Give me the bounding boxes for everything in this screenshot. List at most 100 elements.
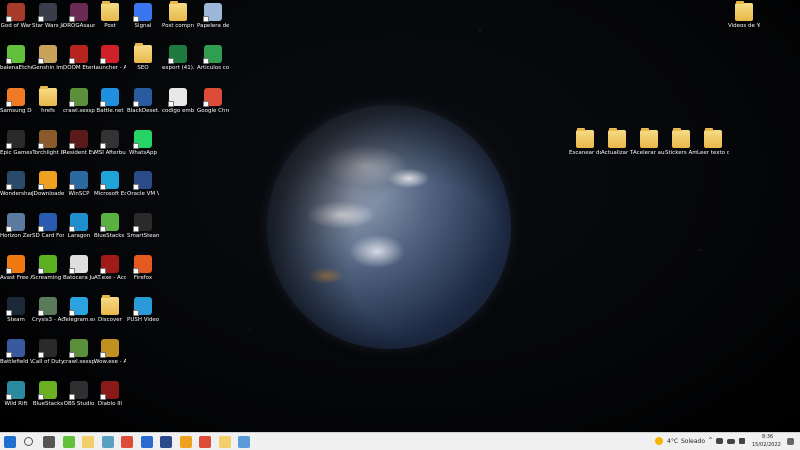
desktop-icon-codigo-embed-y[interactable]: codigo embed y...: [162, 88, 194, 114]
folder-icon[interactable]: [218, 436, 231, 448]
desktop-icon-screaming-frog-se[interactable]: Screaming Frog SE...: [32, 255, 64, 281]
tray-chevron-icon[interactable]: ^: [708, 437, 713, 444]
smartsteam-acceso-di-icon: [133, 213, 152, 232]
desktop-icon-wow-exe-acceso[interactable]: Wow.exe - Acceso ...: [94, 339, 126, 365]
desktop-icon-label: export (41).csv: [162, 65, 194, 71]
desktop-icon-telegram-exe-acceso-di[interactable]: Telegram.exe - Acceso di...: [63, 297, 95, 323]
network-icon[interactable]: [716, 438, 723, 444]
desktop-icon-seo[interactable]: SEO: [127, 43, 159, 71]
desktop-icon-oracle-vm-virtualbox[interactable]: Oracle VM VirtualBox: [127, 171, 159, 197]
tool-icon[interactable]: [101, 436, 114, 448]
folder-icon: [608, 128, 626, 148]
virtualbox-icon[interactable]: [238, 436, 250, 448]
terminal-icon[interactable]: [160, 436, 172, 448]
battery-icon[interactable]: [727, 439, 735, 444]
desktop-icon-horizon-zero-dawn[interactable]: Horizon Zero Dawn: [0, 213, 32, 239]
desktop-icon-microsoft-edge[interactable]: Microsoft Edge: [94, 171, 126, 197]
desktop-icon-actualizar-todas-apps[interactable]: Actualizar Todas Apps: [601, 128, 633, 156]
desktop-icon-drogasaur-acceso-di[interactable]: DROGAsaur - Acceso di...: [63, 3, 95, 29]
desktop-icon-smartsteam-acceso-di[interactable]: SmartSteam... - Acceso di...: [127, 213, 159, 239]
desktop-icon-steam[interactable]: Steam: [0, 297, 32, 323]
desktop-icon-label: Firefox: [133, 275, 153, 281]
weather-desc[interactable]: Soleado: [681, 438, 705, 445]
desktop-icon-bluestacks[interactable]: BlueStacks: [32, 381, 64, 407]
batocera-juegos-retro-icon: [69, 255, 88, 274]
app2-icon[interactable]: [179, 436, 192, 448]
notification-icon[interactable]: [787, 438, 794, 445]
desktop-icon-msi-afterburner[interactable]: MSI Afterburner: [94, 130, 126, 156]
start-icon[interactable]: [4, 436, 16, 448]
torchlight-ii-icon: [38, 130, 57, 149]
desktop-icon-discover[interactable]: Discover: [94, 295, 126, 323]
desktop-icon-label: Discover: [98, 317, 122, 323]
desktop-icon-label: WinSCP: [68, 191, 90, 197]
desktop-icon-escanear-documentos[interactable]: Escanear documentos: [569, 128, 601, 156]
desktop-icon-genshin-impact[interactable]: Genshin Impact: [32, 45, 64, 71]
balenaetcher-icon[interactable]: [62, 436, 75, 448]
desktop-icon-star-wars-jedi-fallen-order[interactable]: Star Wars Jedi Fallen Order: [32, 3, 64, 29]
desktop-icon-art-culos-comprados[interactable]: Artículos comprados: [197, 45, 229, 71]
desktop-icon-avast-free-antivirus[interactable]: Avast Free Antivirus: [0, 255, 32, 281]
clock-time[interactable]: 8:36: [762, 434, 773, 440]
task-view-icon[interactable]: [43, 436, 55, 448]
app-icon[interactable]: [140, 436, 153, 448]
clock-date[interactable]: 15/02/2022: [752, 442, 781, 448]
folder-icon: [39, 86, 57, 106]
desktop-icon-leer-texto-de-una-foto[interactable]: Leer texto de una foto: [697, 128, 729, 156]
desktop-icon-hrefs[interactable]: hrefs: [32, 86, 64, 114]
desktop-icon-stickers-among-us[interactable]: Stickers Among Us: [665, 128, 697, 156]
desktop-icon-battlefield-v[interactable]: Battlefield V: [0, 339, 32, 365]
desktop-icon-push-video-wallpaper[interactable]: PUSH Video Wallpaper: [127, 297, 159, 323]
desktop-icon-winscp[interactable]: WinSCP: [63, 171, 95, 197]
desktop-icon-signal[interactable]: Signal: [127, 3, 159, 29]
desktop-icon-launcher-acceso[interactable]: launcher - Acceso ...: [94, 45, 126, 71]
chrome2-icon[interactable]: [199, 436, 211, 448]
desktop-icon-resident-evil-2[interactable]: Resident Evil 2: [63, 130, 95, 156]
desktop-icon-acelerar-audios[interactable]: Acelerar audios ...: [633, 128, 665, 156]
file-explorer-icon[interactable]: [82, 436, 94, 448]
desktop-icon-bluestacks-multi-insta[interactable]: BlueStacks Multi-Insta...: [94, 213, 126, 239]
desktop-icon-doom-eternal[interactable]: DOOM Eternal: [63, 45, 95, 71]
desktop-icon-whatsapp[interactable]: WhatsApp: [127, 130, 159, 156]
desktop-icon-jdownloader-2[interactable]: JDownloader 2: [32, 171, 64, 197]
desktop-icon-export-41-csv[interactable]: export (41).csv: [162, 45, 194, 71]
desktop-icon-call-of-duty-modern[interactable]: Call of Duty Modern ...: [32, 339, 64, 365]
desktop-icon-sd-card-formatter[interactable]: SD Card Formatter: [32, 213, 64, 239]
search-icon[interactable]: [23, 437, 33, 446]
balenaetcher-icon: [6, 45, 25, 64]
desktop-icon-google-chrome[interactable]: Google Chrome: [197, 88, 229, 114]
desktop-icon-samsung-dex[interactable]: Samsung DeX: [0, 88, 32, 114]
desktop-icon-battle-net[interactable]: Battle.net: [94, 88, 126, 114]
desktop-icon-batocera-juegos-retro[interactable]: Batocera Juegos Retro: [63, 255, 95, 281]
desktop-icon-label: launcher - Acceso ...: [94, 65, 126, 71]
desktop-icon-post-comprados[interactable]: Post comprados: [162, 1, 194, 29]
desktop-icon-label: Steam: [7, 317, 25, 323]
desktop-icon-crysis3-acces[interactable]: Crysis3 - Acces...: [32, 297, 64, 323]
volume-icon[interactable]: [739, 438, 745, 444]
desktop[interactable]: God of WarStar Wars Jedi Fallen OrderDRO…: [0, 0, 800, 432]
battle-net-icon: [100, 88, 119, 107]
desktop-icon-at-exe-acceso[interactable]: AT.exe - Acceso ...: [94, 255, 126, 281]
chrome-icon[interactable]: [121, 436, 133, 448]
desktop-icon-laragon[interactable]: Laragon: [63, 213, 95, 239]
weather-icon[interactable]: [655, 437, 663, 445]
desktop-icon-post[interactable]: Post: [94, 1, 126, 29]
desktop-icon-blackdeset-acceso-di[interactable]: BlackDeset... - Acceso di...: [127, 88, 159, 114]
desktop-icon-label: BlueStacks Multi-Insta...: [94, 233, 126, 239]
weather-temp[interactable]: 4°C: [667, 438, 678, 445]
desktop-icon-wild-rift[interactable]: Wild Rift: [0, 381, 32, 407]
desktop-icon-balenaetcher[interactable]: balenaEtcher: [0, 45, 32, 71]
desktop-icon-papelera-de-reciclaje[interactable]: Papelera de reciclaje: [197, 3, 229, 29]
desktop-icon-firefox[interactable]: Firefox: [127, 255, 159, 281]
desktop-icon-obs-studio[interactable]: OBS Studio: [63, 381, 95, 407]
desktop-icon-torchlight-ii[interactable]: Torchlight II: [32, 130, 64, 156]
desktop-icon-crawl-sessp[interactable]: crawl.sessp...: [63, 339, 95, 365]
desktop-icon-videos-de-youtub[interactable]: Videos de Youtub...: [728, 1, 760, 29]
desktop-icon-epic-games-launcher[interactable]: Epic Games Launcher: [0, 130, 32, 156]
desktop-icon-wondershare-filmora[interactable]: Wondershare Filmora: [0, 171, 32, 197]
desktop-icon-diablo-iii[interactable]: Diablo III: [94, 381, 126, 407]
desktop-icon-label: hrefs: [41, 108, 55, 114]
desktop-icon-label: Wow.exe - Acceso ...: [94, 359, 126, 365]
desktop-icon-crawl-sessp[interactable]: crawl.sessp...: [63, 88, 95, 114]
desktop-icon-god-of-war[interactable]: God of War: [0, 3, 32, 29]
